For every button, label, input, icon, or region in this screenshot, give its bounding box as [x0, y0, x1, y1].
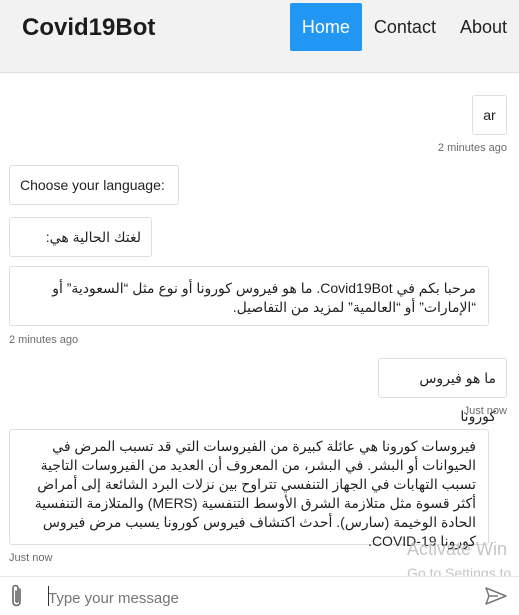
bot-message: مرحبا بكم في Covid19Bot. ما هو فيروس كور… [9, 266, 489, 326]
app-header: Covid19Bot Home Contact About [0, 0, 519, 73]
bot-message: لغتك الحالية هي: العربية [9, 217, 152, 283]
message-composer [0, 576, 519, 615]
activation-watermark-title: Activate Win [407, 539, 508, 559]
message-timestamp: 2 minutes ago [9, 334, 79, 346]
message-timestamp: Just now [463, 405, 507, 417]
top-nav: Home Contact About [289, 3, 519, 51]
nav-about[interactable]: About [448, 3, 519, 51]
chat-history[interactable]: ar 2 minutes ago Choose your language: ل… [0, 73, 519, 575]
bot-message: فيروسات كورونا هي عائلة كبيرة من الفيروس… [9, 429, 489, 549]
text-cursor [48, 586, 49, 606]
nav-contact[interactable]: Contact [362, 3, 448, 51]
nav-home[interactable]: Home [289, 3, 362, 51]
message-input[interactable] [46, 584, 470, 612]
send-icon[interactable] [484, 586, 508, 606]
bot-message: Choose your language: [9, 165, 179, 205]
user-message: ar [472, 95, 507, 135]
brand-title[interactable]: Covid19Bot [22, 14, 155, 42]
paperclip-icon[interactable] [8, 583, 26, 609]
message-timestamp: Just now [9, 552, 53, 564]
message-timestamp: 2 minutes ago [437, 142, 507, 154]
user-message: ما هو فيروس كورونا [378, 358, 507, 424]
